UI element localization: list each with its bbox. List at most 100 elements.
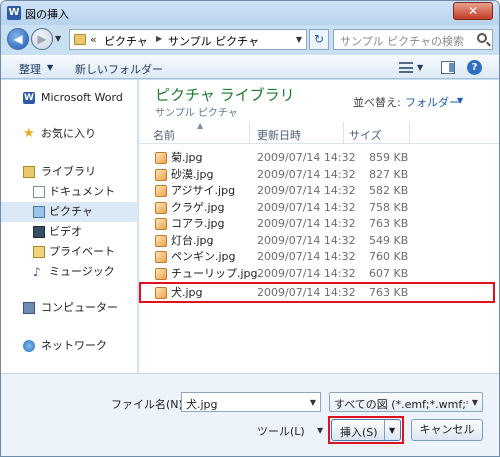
file-size: 859 KB: [369, 151, 409, 164]
sidebar-item-label: ネットワーク: [41, 339, 107, 352]
folder-icon: [33, 246, 45, 258]
filename-input[interactable]: 犬.jpg ▼: [181, 392, 321, 412]
column-date-modified[interactable]: 更新日時: [257, 127, 301, 143]
sidebar-item-label: ライブラリ: [41, 165, 96, 178]
sidebar-item-libraries[interactable]: ライブラリ: [1, 162, 138, 182]
file-type-dropdown-icon[interactable]: ▼: [472, 398, 478, 407]
file-type-select[interactable]: すべての図 (*.emf;*.wmf;*.j ▼: [329, 392, 483, 412]
arrange-by-label: 並べ替え:: [353, 96, 401, 109]
sidebar-item-documents[interactable]: ドキュメント: [1, 182, 138, 202]
close-button[interactable]: ✕: [453, 2, 493, 20]
file-row[interactable]: クラゲ.jpg 2009/07/14 14:32 758 KB: [139, 200, 499, 217]
arrange-by-dropdown[interactable]: フォルダー: [405, 94, 460, 110]
refresh-button[interactable]: ↻: [309, 29, 329, 50]
cancel-button[interactable]: キャンセル: [411, 419, 483, 441]
file-name: チューリップ.jpg: [171, 266, 258, 280]
breadcrumb-sample-pictures[interactable]: サンプル ピクチャ: [168, 33, 259, 49]
image-file-icon: [155, 234, 167, 247]
file-name: アジサイ.jpg: [171, 184, 236, 197]
address-overflow-chevron[interactable]: «: [90, 33, 97, 46]
column-divider[interactable]: [343, 122, 344, 144]
column-header: ▲ 名前 更新日時 サイズ: [139, 121, 499, 144]
column-name[interactable]: 名前: [153, 127, 175, 143]
file-date: 2009/07/14 14:32: [257, 200, 356, 214]
file-size: 758 KB: [369, 200, 409, 214]
sidebar-item-network[interactable]: ネットワーク: [1, 336, 138, 356]
image-file-icon: [155, 251, 167, 263]
image-file-icon: [155, 267, 167, 280]
address-dropdown-icon[interactable]: ▼: [296, 35, 302, 44]
sidebar-item-label: プライベート: [49, 245, 115, 258]
column-divider[interactable]: [409, 122, 410, 144]
file-name: 菊.jpg: [171, 151, 203, 164]
sidebar-item-label: ビデオ: [49, 225, 82, 238]
video-icon: [33, 226, 45, 238]
forward-button[interactable]: ▶: [31, 28, 53, 50]
arrange-by-dropdown-icon[interactable]: ▼: [457, 96, 463, 105]
sidebar-item-label: ドキュメント: [49, 185, 115, 198]
file-date: 2009/07/14 14:32: [257, 266, 356, 280]
column-size[interactable]: サイズ: [349, 127, 382, 143]
recent-locations-button[interactable]: ▼: [55, 34, 65, 44]
folder-icon: [74, 34, 86, 45]
search-icon: [477, 33, 487, 43]
sidebar-item-private[interactable]: プライベート: [1, 242, 138, 262]
filename-dropdown-icon[interactable]: ▼: [310, 398, 316, 407]
sidebar-item-videos[interactable]: ビデオ: [1, 222, 138, 242]
sidebar-item-label: Microsoft Word: [41, 91, 123, 104]
sidebar-item-music[interactable]: ♪ ミュージック: [1, 262, 138, 282]
document-icon: [33, 186, 45, 198]
view-options-icon[interactable]: [399, 62, 413, 73]
image-file-icon: [155, 152, 167, 164]
star-icon: ★: [23, 126, 35, 141]
sidebar-item-pictures[interactable]: ピクチャ: [1, 202, 138, 222]
search-box[interactable]: サンプル ピクチャの検索: [333, 29, 493, 50]
file-list-pane: ピクチャ ライブラリ サンプル ピクチャ 並べ替え: フォルダー ▼ ▲ 名前 …: [139, 80, 499, 373]
computer-icon: [23, 302, 35, 314]
file-row[interactable]: コアラ.jpg 2009/07/14 14:32 763 KB: [139, 216, 499, 233]
file-date: 2009/07/14 14:32: [257, 167, 356, 181]
view-dropdown-icon[interactable]: ▼: [417, 63, 423, 72]
file-row[interactable]: アジサイ.jpg 2009/07/14 14:32 582 KB: [139, 183, 499, 200]
dialog-footer: ファイル名(N): 犬.jpg ▼ すべての図 (*.emf;*.wmf;*.j…: [1, 373, 499, 456]
sidebar-item-label: コンピューター: [41, 301, 118, 314]
file-row[interactable]: 砂漠.jpg 2009/07/14 14:32 827 KB: [139, 167, 499, 184]
column-divider[interactable]: [249, 122, 250, 144]
organize-dropdown-icon[interactable]: ▼: [47, 63, 53, 72]
file-date: 2009/07/14 14:32: [257, 217, 356, 230]
sidebar-item-microsoft-word[interactable]: W Microsoft Word: [1, 88, 138, 108]
navigation-pane: W Microsoft Word ★ お気に入り ライブラリ ドキュメント ピク…: [1, 80, 138, 373]
sidebar-item-computer[interactable]: コンピューター: [1, 298, 138, 318]
sidebar-item-favorites[interactable]: ★ お気に入り: [1, 124, 138, 144]
insert-picture-dialog: W 図の挿入 ✕ ◀ ▶ ▼ « ピクチャ ▶ サンプル ピクチャ ▼ ↻ サン…: [0, 0, 500, 457]
file-date: 2009/07/14 14:32: [257, 250, 356, 263]
file-row[interactable]: チューリップ.jpg 2009/07/14 14:32 607 KB: [139, 266, 499, 283]
breadcrumb-separator-icon[interactable]: ▶: [156, 34, 162, 43]
sort-ascending-icon: ▲: [197, 121, 204, 130]
tools-dropdown-icon[interactable]: ▼: [317, 426, 323, 435]
word-icon: W: [7, 6, 21, 20]
back-button[interactable]: ◀: [7, 28, 29, 50]
help-icon[interactable]: ?: [467, 60, 482, 75]
file-type-value: すべての図 (*.emf;*.wmf;*.j: [334, 398, 468, 411]
image-file-icon: [155, 201, 167, 214]
filename-value: 犬.jpg: [186, 398, 218, 411]
file-row[interactable]: ペンギン.jpg 2009/07/14 14:32 760 KB: [139, 249, 499, 266]
image-file-icon: [155, 168, 167, 181]
file-row[interactable]: 灯台.jpg 2009/07/14 14:32 549 KB: [139, 233, 499, 250]
library-subtitle: サンプル ピクチャ: [155, 108, 238, 119]
sidebar-item-label: ミュージック: [49, 265, 115, 278]
preview-pane-icon[interactable]: [441, 61, 455, 74]
file-row[interactable]: 菊.jpg 2009/07/14 14:32 859 KB: [139, 150, 499, 167]
file-size: 760 KB: [369, 250, 409, 263]
insert-highlight-frame: [328, 416, 404, 444]
new-folder-button[interactable]: 新しいフォルダー: [75, 61, 163, 77]
navigation-bar: ◀ ▶ ▼ « ピクチャ ▶ サンプル ピクチャ ▼ ↻ サンプル ピクチャの検…: [1, 25, 499, 53]
file-name: 灯台.jpg: [171, 233, 214, 247]
breadcrumb-pictures[interactable]: ピクチャ: [104, 33, 148, 49]
organize-button[interactable]: 整理: [19, 61, 41, 77]
file-size: 607 KB: [369, 266, 409, 280]
file-size: 827 KB: [369, 167, 409, 181]
tools-button[interactable]: ツール(L): [257, 423, 305, 439]
address-bar[interactable]: « ピクチャ ▶ サンプル ピクチャ ▼: [69, 29, 307, 50]
